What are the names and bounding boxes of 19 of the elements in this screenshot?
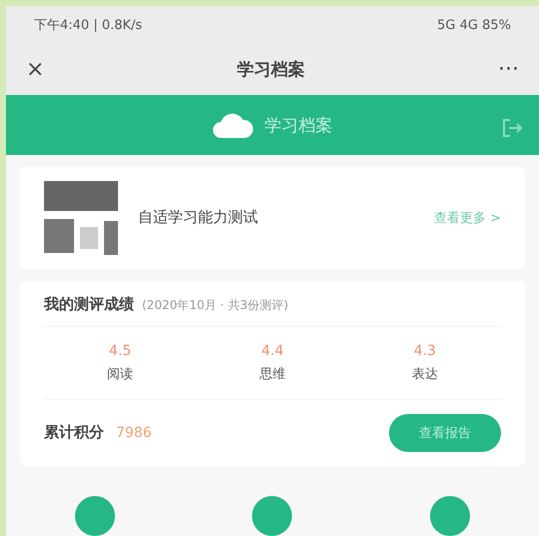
score-value: 4.5 — [109, 342, 132, 359]
exit-icon[interactable] — [501, 117, 523, 140]
scores-title: 我的测评成绩 — [44, 294, 134, 314]
banner-title: 学习档案 — [264, 114, 332, 137]
score-label: 表达 — [412, 366, 438, 383]
status-time: 下午4:40 | 0.8K/s — [34, 17, 142, 34]
more-button[interactable]: ··· — [498, 57, 519, 82]
score-value: 4.3 — [414, 342, 436, 359]
page-title: 学习档案 — [237, 59, 306, 82]
cloud-icon — [212, 112, 252, 138]
total-label: 累计积分 — [44, 423, 104, 442]
test-name: 自适学习能力测试 — [138, 208, 259, 228]
close-button[interactable]: × — [26, 57, 44, 82]
scores-subtitle: (2020年10月 · 共3份测评) — [142, 296, 288, 314]
score-label: 阅读 — [107, 366, 134, 383]
status-indicators: 5G 4G 85% — [437, 18, 511, 33]
score-value: 4.4 — [261, 342, 284, 359]
total-value: 7986 — [116, 424, 153, 441]
score-label: 思维 — [259, 366, 286, 383]
